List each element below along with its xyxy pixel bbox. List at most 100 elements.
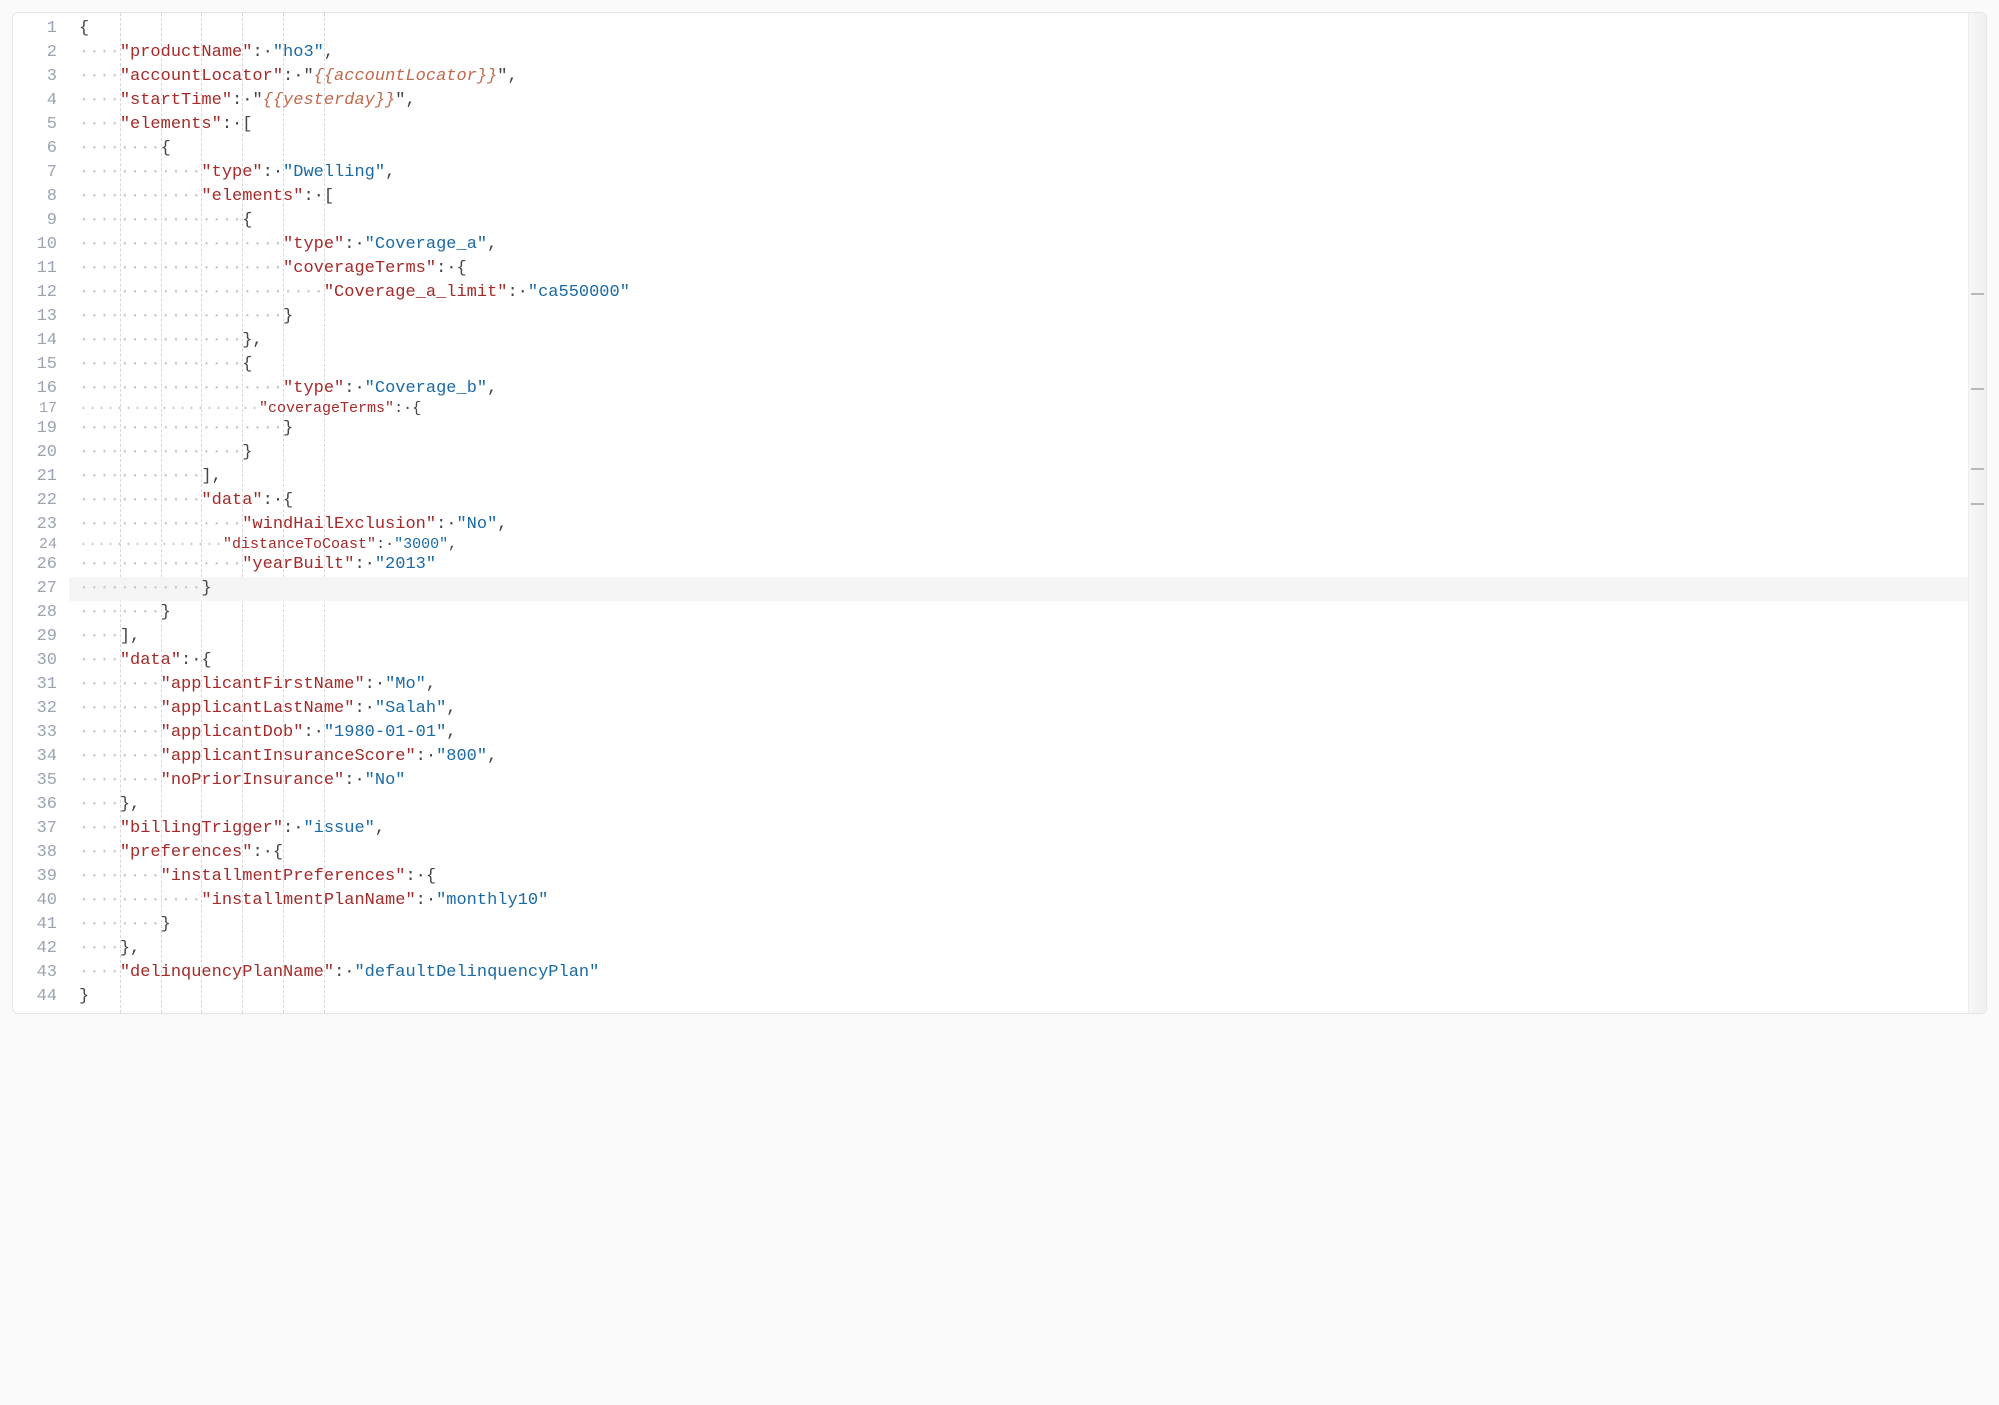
whitespace: ···· (79, 819, 120, 838)
punctuation: } (242, 443, 252, 462)
line-number: 14 (13, 329, 57, 353)
whitespace: ········ (79, 915, 161, 934)
json-string: "monthly10" (436, 891, 548, 910)
punctuation: ], (201, 467, 221, 486)
code-line[interactable]: ················"yearBuilt":·"2013" (69, 553, 1968, 577)
line-number: 2 (13, 41, 57, 65)
code-line[interactable]: ················}, (69, 329, 1968, 353)
whitespace: ········ (79, 699, 161, 718)
code-line[interactable]: ············"elements":·[ (69, 185, 1968, 209)
code-line[interactable]: ····"delinquencyPlanName":·"defaultDelin… (69, 961, 1968, 985)
code-area[interactable]: {····"productName":·"ho3",····"accountLo… (69, 13, 1968, 1013)
code-line[interactable]: ····"preferences":·{ (69, 841, 1968, 865)
punctuation: :·{ (252, 843, 283, 862)
code-line[interactable]: ················{ (69, 209, 1968, 233)
json-string: "Coverage_b" (365, 379, 487, 398)
whitespace: ···················· (79, 259, 283, 278)
punctuation: ], (120, 627, 140, 646)
line-number: 17 (13, 401, 57, 417)
punctuation: :·[ (222, 115, 253, 134)
code-line[interactable]: ····], (69, 625, 1968, 649)
line-number: 5 (13, 113, 57, 137)
code-line[interactable]: } (69, 985, 1968, 1009)
code-editor[interactable]: 1234567891011121314151617192021222324262… (12, 12, 1987, 1014)
code-line[interactable]: ····}, (69, 937, 1968, 961)
punctuation: }, (120, 795, 140, 814)
punctuation: :· (344, 379, 364, 398)
code-line[interactable]: ········"applicantInsuranceScore":·"800"… (69, 745, 1968, 769)
vertical-scrollbar[interactable] (1968, 13, 1986, 1013)
code-line[interactable]: ········"installmentPreferences":·{ (69, 865, 1968, 889)
json-key: "noPriorInsurance" (161, 771, 345, 790)
code-line[interactable]: ····················"type":·"Coverage_a"… (69, 233, 1968, 257)
code-line[interactable]: ····"productName":·"ho3", (69, 41, 1968, 65)
code-line[interactable]: ····················} (69, 305, 1968, 329)
code-line[interactable]: ········"applicantLastName":·"Salah", (69, 697, 1968, 721)
whitespace: ············ (79, 187, 201, 206)
whitespace: ············ (79, 891, 201, 910)
whitespace: ········ (79, 723, 161, 742)
code-line[interactable]: ················} (69, 441, 1968, 465)
line-number: 28 (13, 601, 57, 625)
punctuation: :· (507, 283, 527, 302)
json-string: "800" (436, 747, 487, 766)
line-number: 26 (13, 553, 57, 577)
code-line[interactable]: ····"accountLocator":·"{{accountLocator}… (69, 65, 1968, 89)
json-key: "data" (120, 651, 181, 670)
json-key: "coverageTerms" (283, 259, 436, 278)
code-line[interactable]: ········} (69, 913, 1968, 937)
code-line[interactable]: ············} (69, 577, 1968, 601)
punctuation: " (497, 67, 507, 86)
code-line[interactable]: ················"windHailExclusion":·"No… (69, 513, 1968, 537)
code-line[interactable]: ····"startTime":·"{{yesterday}}", (69, 89, 1968, 113)
whitespace: ···· (79, 843, 120, 862)
code-line[interactable]: ················{ (69, 353, 1968, 377)
code-line[interactable]: ········"applicantFirstName":·"Mo", (69, 673, 1968, 697)
code-line[interactable]: ····}, (69, 793, 1968, 817)
json-string: "2013" (375, 555, 436, 574)
punctuation: , (497, 515, 507, 534)
code-line[interactable]: ····"elements":·[ (69, 113, 1968, 137)
code-line[interactable]: ········"applicantDob":·"1980-01-01", (69, 721, 1968, 745)
line-number: 16 (13, 377, 57, 401)
punctuation: , (487, 235, 497, 254)
line-number: 10 (13, 233, 57, 257)
line-number: 43 (13, 961, 57, 985)
code-line[interactable]: ····················"coverageTerms":·{ (69, 257, 1968, 281)
code-line[interactable]: ····"billingTrigger":·"issue", (69, 817, 1968, 841)
line-number: 11 (13, 257, 57, 281)
code-line[interactable]: ····················"type":·"Coverage_b"… (69, 377, 1968, 401)
whitespace: ················ (79, 355, 242, 374)
punctuation: :· (283, 67, 303, 86)
code-line[interactable]: ········{ (69, 137, 1968, 161)
code-line[interactable]: ····················"coverageTerms":·{ (69, 401, 1968, 417)
punctuation: " (303, 67, 313, 86)
code-line[interactable]: ············"type":·"Dwelling", (69, 161, 1968, 185)
punctuation: :· (344, 235, 364, 254)
line-number: 42 (13, 937, 57, 961)
punctuation: " (395, 91, 405, 110)
punctuation: :·{ (263, 491, 294, 510)
code-line[interactable]: ········} (69, 601, 1968, 625)
code-line[interactable]: { (69, 17, 1968, 41)
punctuation: , (405, 91, 415, 110)
json-string: "No" (456, 515, 497, 534)
punctuation: { (242, 211, 252, 230)
code-line[interactable]: ············"data":·{ (69, 489, 1968, 513)
whitespace: ········ (79, 675, 161, 694)
line-number: 7 (13, 161, 57, 185)
code-line[interactable]: ····················} (69, 417, 1968, 441)
code-line[interactable]: ········"noPriorInsurance":·"No" (69, 769, 1968, 793)
json-key: "delinquencyPlanName" (120, 963, 334, 982)
template-var: {{yesterday}} (263, 91, 396, 110)
punctuation: } (79, 987, 89, 1006)
line-number: 37 (13, 817, 57, 841)
code-line[interactable]: ············], (69, 465, 1968, 489)
code-line[interactable]: ····"data":·{ (69, 649, 1968, 673)
whitespace: ················ (79, 211, 242, 230)
code-line[interactable]: ················"distanceToCoast":·"3000… (69, 537, 1968, 553)
json-key: "yearBuilt" (242, 555, 354, 574)
whitespace: ············ (79, 163, 201, 182)
code-line[interactable]: ············"installmentPlanName":·"mont… (69, 889, 1968, 913)
code-line[interactable]: ························"Coverage_a_limi… (69, 281, 1968, 305)
